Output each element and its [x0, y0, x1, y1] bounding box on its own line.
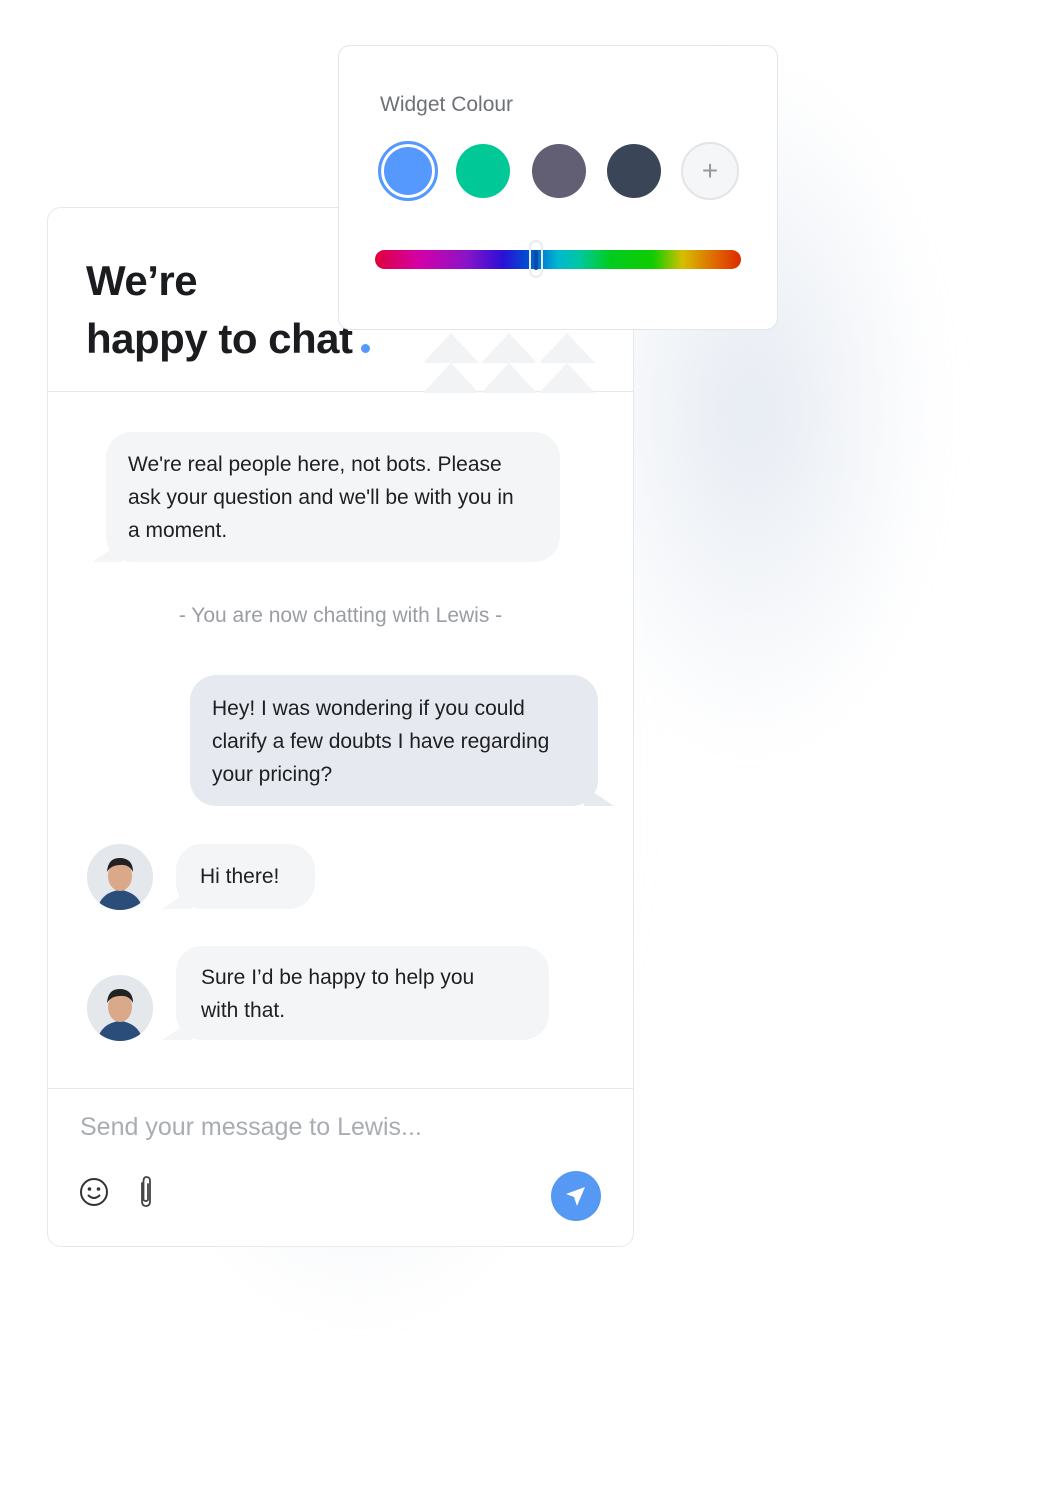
paperclip-icon[interactable]: [136, 1175, 156, 1214]
title-line-2: happy to chat: [86, 315, 353, 362]
swatch-green[interactable]: [456, 144, 510, 198]
decor-triangle: [423, 363, 479, 393]
plus-icon: +: [701, 155, 719, 186]
decor-triangle: [539, 363, 595, 393]
message-text: Hi there!: [200, 865, 280, 888]
agent-message-bubble: We're real people here, not bots. Please…: [92, 432, 560, 562]
message-input[interactable]: [80, 1113, 580, 1142]
accent-dot: [360, 344, 370, 353]
add-colour-button[interactable]: +: [681, 142, 739, 200]
message-text: Sure I’d be happy to help you with that.: [201, 966, 475, 1022]
user-message-bubble: Hey! I was wondering if you could clarif…: [190, 675, 614, 806]
agent-avatar: [87, 975, 153, 1041]
page-title: We’re happy to chat: [86, 252, 370, 368]
widget-colour-popup: Widget Colour +: [338, 45, 778, 330]
popup-title: Widget Colour: [380, 93, 514, 116]
swatch-blue[interactable]: [378, 141, 438, 201]
decor-triangle: [539, 333, 595, 363]
decor-triangle: [481, 333, 537, 363]
smiley-icon[interactable]: [79, 1177, 109, 1212]
send-icon: [566, 1187, 585, 1206]
message-text: We're real people here, not bots. Please…: [128, 453, 514, 542]
decor-triangle: [423, 333, 479, 363]
chat-widget: We’re happy to chat We're real people he…: [47, 207, 634, 1247]
swatch-dark-slate[interactable]: [607, 144, 661, 198]
hue-slider-handle[interactable]: [529, 240, 544, 278]
system-message: - You are now chatting with Lewis -: [178, 604, 503, 627]
agent-avatar: [87, 844, 153, 910]
message-text: Hey! I was wondering if you could clarif…: [212, 697, 550, 786]
swatch-purple-grey[interactable]: [532, 144, 586, 198]
agent-message-bubble: Hi there!: [162, 844, 315, 909]
decor-triangle: [481, 363, 537, 393]
send-button[interactable]: [551, 1171, 601, 1221]
hue-slider[interactable]: [375, 240, 741, 278]
title-line-1: We’re: [86, 257, 198, 304]
composer: [48, 1088, 633, 1246]
agent-message-bubble: Sure I’d be happy to help you with that.: [162, 946, 549, 1040]
